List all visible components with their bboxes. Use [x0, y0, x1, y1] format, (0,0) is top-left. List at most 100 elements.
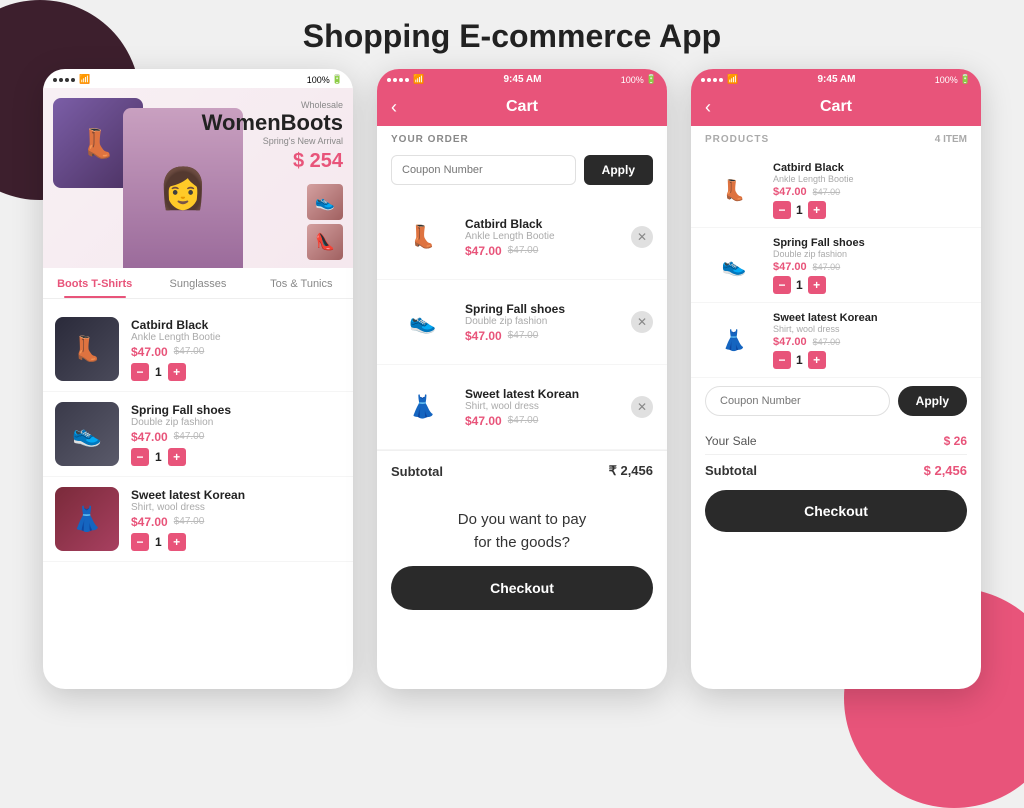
hero-price: $ 254: [202, 150, 343, 173]
dot-p31: [701, 78, 705, 82]
product-item-3: 👗 Sweet latest Korean Shirt, wool dress …: [43, 477, 353, 562]
remove-button-2[interactable]: ✕: [631, 311, 653, 333]
checkout-button-2[interactable]: Checkout: [705, 490, 967, 532]
qty-num-1: 1: [155, 365, 162, 379]
battery-text: 100%: [307, 75, 330, 85]
battery-text-3: 100%: [935, 75, 958, 85]
dot3: [65, 78, 69, 82]
cart3-item-3: 👗 Sweet latest Korean Shirt, wool dress …: [691, 303, 981, 378]
screen-cart-detail: 📶 9:45 AM 100% 🔋 ‹ Cart PRODUCTS 4 ITEM …: [691, 69, 981, 689]
screens-container: 📶 100% 🔋 👢 👩 Wholesale WomenBoots Spring…: [0, 69, 1024, 689]
order-section-label: YOUR ORDER: [377, 126, 667, 149]
cart3-qty-2: − 1 +: [773, 276, 967, 294]
status-bar-2: 📶 9:45 AM 100% 🔋: [377, 69, 667, 88]
qty-minus-1[interactable]: −: [131, 363, 149, 381]
boot-thumb-1[interactable]: 👟: [307, 184, 343, 220]
qty-num-c2: 1: [796, 278, 803, 292]
cart-title: Cart: [506, 98, 538, 116]
hero-subtitle: Spring's New Arrival: [202, 136, 343, 146]
qty-control-2: − 1 +: [131, 448, 341, 466]
subtotal-label: Subtotal: [391, 464, 443, 479]
dot-p2: [393, 78, 397, 82]
qty-num-2: 1: [155, 450, 162, 464]
back-button[interactable]: ‹: [391, 97, 397, 118]
your-sale-amount: $ 26: [944, 434, 967, 448]
remove-button-1[interactable]: ✕: [631, 226, 653, 248]
cart-item-sub-2: Double zip fashion: [465, 316, 653, 327]
cart-item-name-2: Spring Fall shoes: [465, 302, 653, 316]
qty-num-3: 1: [155, 535, 162, 549]
battery-icon-2: 🔋: [646, 74, 657, 85]
cart3-prices-3: $47.00 $47.00: [773, 336, 967, 348]
qty-num-c1: 1: [796, 203, 803, 217]
screen-cart: 📶 9:45 AM 100% 🔋 ‹ Cart YOUR ORDER Apply…: [377, 69, 667, 689]
qty-minus-c3[interactable]: −: [773, 351, 791, 369]
back-button-3[interactable]: ‹: [705, 97, 711, 118]
cart-item-2: 👟 Spring Fall shoes Double zip fashion $…: [377, 280, 667, 365]
dot2: [59, 78, 63, 82]
qty-plus-1[interactable]: +: [168, 363, 186, 381]
price-main-3: $47.00: [131, 515, 168, 529]
summary-section: Apply Your Sale $ 26 Subtotal $ 2,456 Ch…: [691, 378, 981, 540]
cart3-sub-1: Ankle Length Bootie: [773, 174, 967, 184]
cart-item-prices-3: $47.00 $47.00: [465, 414, 653, 428]
product-name-3: Sweet latest Korean: [131, 488, 341, 502]
qty-minus-2[interactable]: −: [131, 448, 149, 466]
boot-thumbnails: 👟 👠: [307, 184, 343, 260]
product-prices-2: $47.00 $47.00: [131, 430, 341, 444]
coupon-input[interactable]: [391, 155, 576, 185]
price-old-1: $47.00: [174, 346, 205, 357]
cart3-qty-3: − 1 +: [773, 351, 967, 369]
signal-left-3: 📶: [701, 74, 738, 85]
dot-p34: [719, 78, 723, 82]
hero-section: 👢 👩 Wholesale WomenBoots Spring's New Ar…: [43, 88, 353, 268]
qty-minus-3[interactable]: −: [131, 533, 149, 551]
product-item-2: 👟 Spring Fall shoes Double zip fashion $…: [43, 392, 353, 477]
cart-item-prices-2: $47.00 $47.00: [465, 329, 653, 343]
cart3-img-2: 👟: [705, 236, 763, 294]
cart-item-image-2: 👟: [391, 290, 455, 354]
screen-product-list: 📶 100% 🔋 👢 👩 Wholesale WomenBoots Spring…: [43, 69, 353, 689]
status-right-2: 100% 🔋: [621, 74, 657, 85]
product-image-1: 👢: [55, 317, 119, 381]
product-name-1: Catbird Black: [131, 318, 341, 332]
qty-minus-c1[interactable]: −: [773, 201, 791, 219]
qty-minus-c2[interactable]: −: [773, 276, 791, 294]
cart-detail-header: ‹ Cart: [691, 88, 981, 126]
product-name-2: Spring Fall shoes: [131, 403, 341, 417]
subtotal-label-2: Subtotal: [705, 463, 757, 478]
cart-item-name-1: Catbird Black: [465, 217, 653, 231]
tab-tunics[interactable]: Tos & Tunics: [250, 268, 353, 298]
cart3-prices-1: $47.00 $47.00: [773, 186, 967, 198]
qty-plus-c1[interactable]: +: [808, 201, 826, 219]
product-prices-1: $47.00 $47.00: [131, 345, 341, 359]
cart3-info-2: Spring Fall shoes Double zip fashion $47…: [773, 237, 967, 294]
apply-button-2[interactable]: Apply: [898, 386, 967, 416]
product-info-1: Catbird Black Ankle Length Bootie $47.00…: [131, 318, 341, 381]
cart3-sub-3: Shirt, wool dress: [773, 324, 967, 334]
status-right: 100% 🔋: [307, 74, 343, 85]
time-3: 9:45 AM: [817, 74, 855, 85]
product-info-3: Sweet latest Korean Shirt, wool dress $4…: [131, 488, 341, 551]
subtotal-amount: ₹ 2,456: [609, 463, 653, 479]
remove-button-3[interactable]: ✕: [631, 396, 653, 418]
checkout-button[interactable]: Checkout: [391, 566, 653, 610]
cart3-prices-2: $47.00 $47.00: [773, 261, 967, 273]
product-sub-1: Ankle Length Bootie: [131, 332, 341, 343]
dot-p33: [713, 78, 717, 82]
tab-sunglasses[interactable]: Sunglasses: [146, 268, 249, 298]
qty-plus-2[interactable]: +: [168, 448, 186, 466]
cart-item-sub-1: Ankle Length Bootie: [465, 231, 653, 242]
cart3-name-3: Sweet latest Korean: [773, 312, 967, 324]
qty-plus-c2[interactable]: +: [808, 276, 826, 294]
cart-item-image-1: 👢: [391, 205, 455, 269]
cart-item-name-3: Sweet latest Korean: [465, 387, 653, 401]
qty-plus-3[interactable]: +: [168, 533, 186, 551]
tab-boots[interactable]: Boots T-Shirts: [43, 268, 146, 298]
apply-button[interactable]: Apply: [584, 155, 653, 185]
qty-plus-c3[interactable]: +: [808, 351, 826, 369]
boot-thumb-2[interactable]: 👠: [307, 224, 343, 260]
cart3-info-1: Catbird Black Ankle Length Bootie $47.00…: [773, 162, 967, 219]
coupon-input-2[interactable]: [705, 386, 890, 416]
status-bar-3: 📶 9:45 AM 100% 🔋: [691, 69, 981, 88]
